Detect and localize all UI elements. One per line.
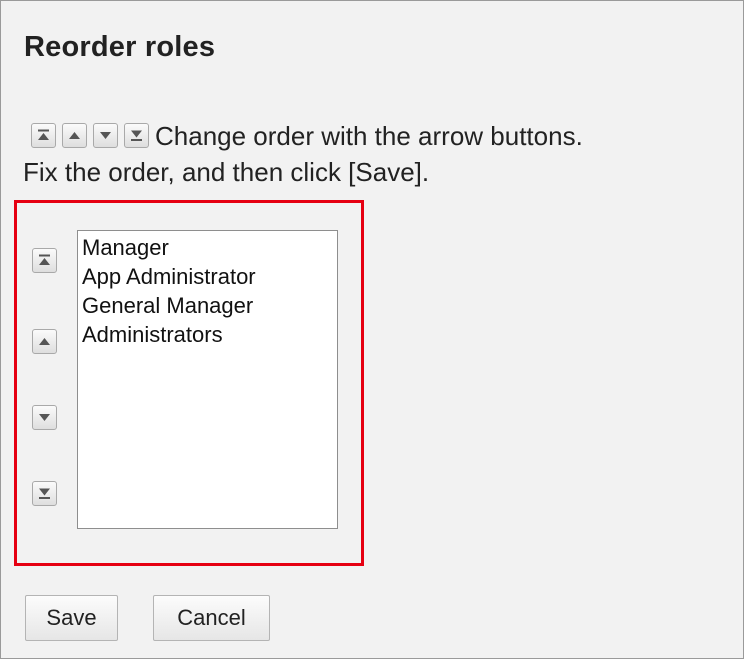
cancel-button[interactable]: Cancel [153,595,270,641]
move-down-icon [93,123,118,148]
list-item[interactable]: Administrators [82,320,333,349]
move-to-top-icon [31,123,56,148]
move-down-button[interactable] [32,405,57,430]
move-up-icon [62,123,87,148]
move-to-bottom-icon [39,488,50,499]
instruction-line-2: Fix the order, and then click [Save]. [23,157,430,187]
list-item[interactable]: General Manager [82,291,333,320]
page-title: Reorder roles [24,31,216,63]
instruction-text-1: Change order with the arrow buttons. [155,121,583,151]
instructions: Change order with the arrow buttons. Fix… [23,118,733,190]
move-up-icon [39,338,50,345]
roles-listbox[interactable]: Manager App Administrator General Manage… [77,230,338,529]
move-down-icon [39,414,50,421]
reorder-roles-panel: Reorder roles Change order with the arro… [0,0,744,659]
move-to-bottom-button[interactable] [32,481,57,506]
save-button[interactable]: Save [25,595,118,641]
move-to-top-icon [39,254,50,265]
move-to-top-button[interactable] [32,248,57,273]
move-up-button[interactable] [32,329,57,354]
move-to-bottom-icon [124,123,149,148]
list-item[interactable]: App Administrator [82,262,333,291]
instruction-line-1: Change order with the arrow buttons. [23,118,733,154]
list-item[interactable]: Manager [82,233,333,262]
